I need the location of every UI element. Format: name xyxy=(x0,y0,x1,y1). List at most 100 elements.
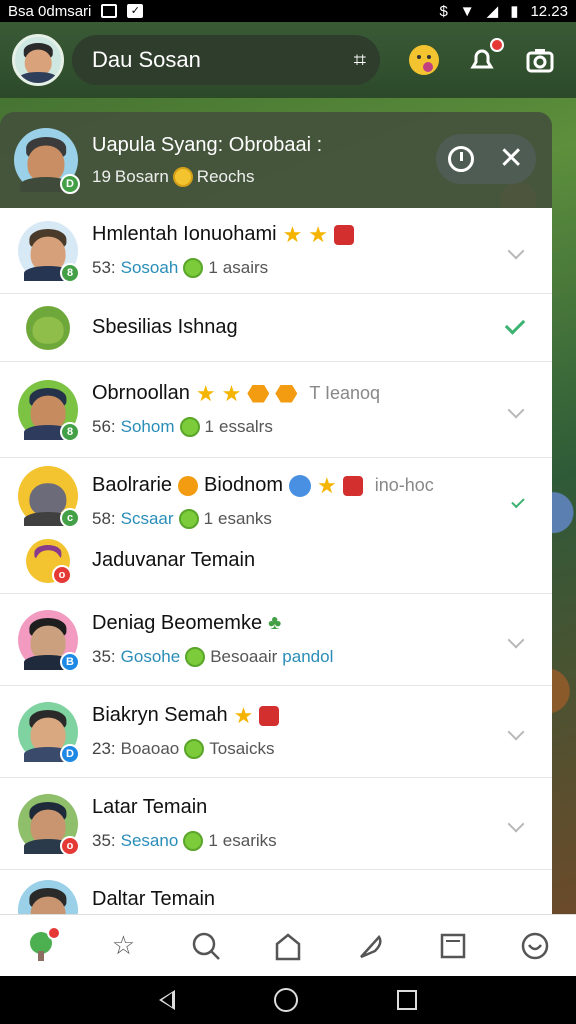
camera-icon[interactable] xyxy=(522,42,558,78)
sub-count: 1 xyxy=(208,831,218,850)
signal-icon: ◢ xyxy=(486,3,499,20)
sub-detail: Besoaair xyxy=(210,647,278,666)
leaf-icon: ♣ xyxy=(268,612,282,634)
title-pill[interactable]: Dau Sosan ⌗ xyxy=(72,35,380,85)
list-item[interactable]: o Latar Temain 35: Sesano 1 esariks xyxy=(0,778,552,870)
status-bar: Bsa 0dmsari ✓ $ ▼ ◢ ▮ 12.23 xyxy=(0,0,576,22)
home-tree-icon[interactable] xyxy=(23,925,62,964)
close-icon[interactable]: ✕ xyxy=(499,144,524,174)
friend-list: 8 Hmlentah Ionuohami ★ ★ 53: Sosoah 1 as… xyxy=(0,208,552,914)
house-tab-icon[interactable] xyxy=(270,928,306,964)
recents-icon[interactable] xyxy=(396,990,417,1010)
status-badge: o xyxy=(52,564,72,585)
notification-title: Uapula Syang: Obrobaai : xyxy=(92,133,323,156)
sub-detail: essalrs xyxy=(218,417,273,436)
smile-emoji-icon xyxy=(184,739,205,759)
active-notification-card[interactable]: D Uapula Syang: Obrobaai : 19 Bosarn Reo… xyxy=(0,112,552,208)
battery-icon: ▮ xyxy=(510,3,519,20)
smile-emoji-icon xyxy=(183,258,204,278)
star-icon: ★ xyxy=(195,380,216,406)
avatar: c xyxy=(18,466,80,528)
wifi-icon: ▼ xyxy=(459,2,475,20)
sub-prefix: 35: xyxy=(92,647,116,666)
sub-status: Boaoao xyxy=(120,739,180,758)
friend-name: Hmlentah Ionuohami xyxy=(92,223,277,245)
avatar: B xyxy=(18,609,80,672)
star-icon: ★ xyxy=(282,221,303,247)
sub-status: Sesano xyxy=(120,831,179,850)
list-item[interactable]: 8 Hmlentah Ionuohami ★ ★ 53: Sosoah 1 as… xyxy=(0,208,552,294)
calendar-tab-icon[interactable] xyxy=(435,928,471,964)
profile-avatar[interactable] xyxy=(12,34,64,86)
status-badge: 8 xyxy=(60,262,80,283)
chevron-down-icon[interactable] xyxy=(507,723,525,740)
gift-icon xyxy=(334,224,355,245)
sub-detail: asairs xyxy=(222,258,269,277)
gift-icon xyxy=(342,475,363,496)
sub-count: 1 xyxy=(208,258,218,277)
friend-name-extra: Biodnom xyxy=(204,474,283,496)
sub-prefix: 23: xyxy=(92,739,116,758)
check-icon[interactable] xyxy=(504,314,526,335)
notification-sub-b: Reochs xyxy=(196,166,255,186)
chevron-down-icon[interactable] xyxy=(507,815,525,832)
leaf-emoji-icon xyxy=(179,417,200,437)
status-badge: c xyxy=(60,508,80,528)
sub-status: Gosohe xyxy=(120,647,181,666)
name-tail: T Ieanoq xyxy=(309,383,381,403)
list-item[interactable]: o Jaduvanar Temain xyxy=(0,528,552,594)
sub-prefix: 35: xyxy=(92,831,116,850)
search-tab-icon[interactable] xyxy=(188,928,224,964)
gem-icon xyxy=(275,384,298,403)
list-item[interactable]: 8 Obrnoollan ★ ★ T Ieanoq 56: Sohom 1 es… xyxy=(0,362,552,458)
gem-icon xyxy=(247,384,270,403)
avatar: D xyxy=(18,701,80,764)
status-badge: D xyxy=(60,743,80,764)
avatar: 8 xyxy=(18,220,80,283)
list-item[interactable]: D Biakryn Semah ★ 23: Boaoao Tosaicks xyxy=(0,686,552,778)
friend-name: Deniag Beomemke xyxy=(92,612,263,634)
home-icon[interactable] xyxy=(273,988,298,1012)
timer-icon[interactable] xyxy=(448,146,475,172)
system-navigation-bar xyxy=(0,976,576,1024)
check-icon[interactable] xyxy=(511,494,525,509)
status-badge: o xyxy=(60,835,80,856)
emoji-icon[interactable] xyxy=(406,42,442,78)
feather-tab-icon[interactable] xyxy=(352,928,388,964)
friend-name: Obrnoollan xyxy=(92,382,190,404)
heart-emoji-icon xyxy=(185,647,206,667)
notification-sub-a: Bosarn xyxy=(114,166,169,186)
bottom-navigation: ☆ xyxy=(0,914,576,976)
smile-emoji-icon xyxy=(183,831,204,851)
smile-emoji-icon xyxy=(172,166,193,187)
avatar xyxy=(18,880,78,914)
back-icon[interactable] xyxy=(159,990,176,1010)
chevron-down-icon[interactable] xyxy=(507,401,525,418)
notification-bell-icon[interactable] xyxy=(464,38,504,78)
list-item[interactable]: Daltar Temain xyxy=(0,870,552,914)
clock: 12.23 xyxy=(530,2,568,20)
friend-name: Sbesilias Ishnag xyxy=(92,316,238,338)
notification-avatar: D xyxy=(14,128,80,194)
notification-count: 19 xyxy=(92,166,111,186)
list-item[interactable]: B Deniag Beomemke ♣ 35: Gosohe Besoaair … xyxy=(0,594,552,686)
name-tail: ino-hoc xyxy=(374,475,434,495)
screenshot-icon xyxy=(101,4,118,18)
sub-prefix: 53: xyxy=(92,258,116,277)
list-item[interactable]: Sbesilias Ishnag xyxy=(0,294,552,362)
profile-tab-icon[interactable] xyxy=(517,928,553,964)
status-badge: 8 xyxy=(60,421,80,442)
star-icon: ★ xyxy=(233,702,254,728)
chevron-down-icon[interactable] xyxy=(507,631,525,648)
sub-detail: esanks xyxy=(218,509,272,528)
crop-icon[interactable]: ⌗ xyxy=(354,47,366,73)
chevron-down-icon[interactable] xyxy=(507,242,525,259)
online-badge: D xyxy=(60,174,80,194)
gift-icon xyxy=(259,705,280,726)
star-tab-icon[interactable]: ☆ xyxy=(105,928,141,964)
status-badge: B xyxy=(60,651,80,672)
notification-controls: ✕ xyxy=(436,134,536,184)
sub-extra: pandol xyxy=(282,647,334,666)
avatar: o xyxy=(18,793,80,856)
friend-name: Latar Temain xyxy=(92,796,208,818)
